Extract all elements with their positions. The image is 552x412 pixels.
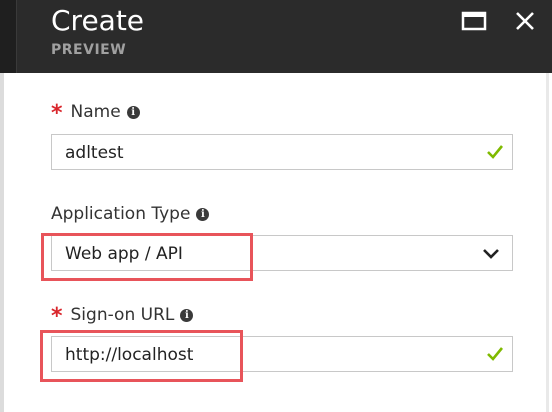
sign-on-url-label-text: Sign-on URL bbox=[70, 305, 175, 325]
right-scroll-edge bbox=[546, 73, 549, 412]
left-strip bbox=[0, 0, 17, 73]
required-asterisk: * bbox=[51, 101, 63, 126]
name-label: * Name i bbox=[51, 101, 140, 126]
application-type-label-text: Application Type bbox=[51, 204, 191, 224]
info-icon[interactable]: i bbox=[180, 308, 194, 322]
blade-header: Create PREVIEW bbox=[0, 0, 552, 73]
sign-on-url-input[interactable]: http://localhost bbox=[51, 336, 513, 372]
blade-title: Create bbox=[51, 4, 145, 37]
info-icon[interactable]: i bbox=[196, 207, 210, 221]
valid-check-icon bbox=[487, 145, 504, 159]
info-icon[interactable]: i bbox=[126, 105, 140, 119]
close-button[interactable] bbox=[508, 6, 542, 36]
name-label-text: Name bbox=[70, 102, 121, 122]
chevron-down-icon bbox=[483, 249, 499, 259]
sign-on-url-label: * Sign-on URL i bbox=[51, 304, 194, 329]
name-input[interactable]: adltest bbox=[51, 134, 513, 170]
application-type-selected: Web app / API bbox=[65, 244, 183, 264]
sign-on-url-value: http://localhost bbox=[65, 345, 194, 365]
valid-check-icon bbox=[487, 347, 504, 361]
close-icon bbox=[516, 12, 534, 30]
maximize-button[interactable] bbox=[457, 6, 491, 36]
name-input-value: adltest bbox=[65, 143, 124, 163]
application-type-select[interactable]: Web app / API bbox=[51, 235, 513, 271]
blade-subtitle: PREVIEW bbox=[51, 42, 127, 58]
maximize-icon bbox=[461, 11, 487, 31]
required-asterisk: * bbox=[51, 304, 63, 329]
left-divider bbox=[0, 73, 4, 412]
application-type-label: Application Type i bbox=[51, 203, 210, 225]
